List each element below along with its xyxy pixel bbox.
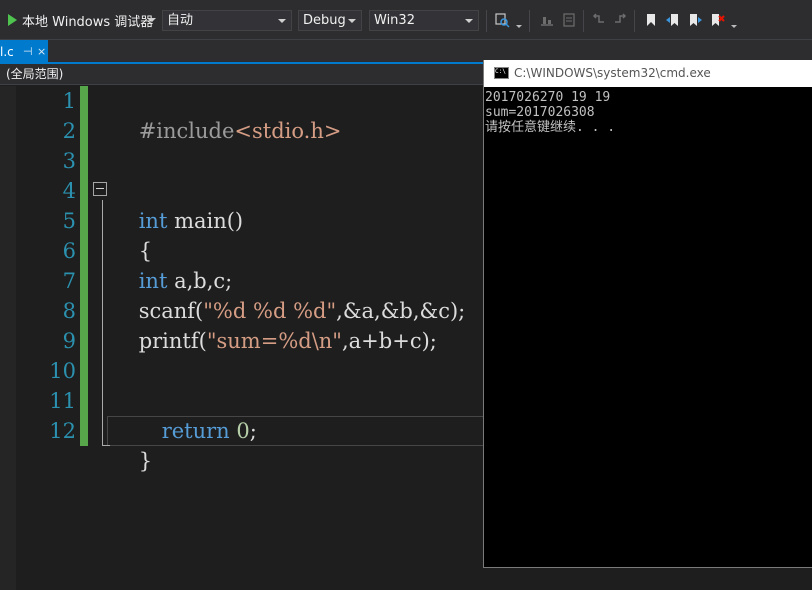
chevron-down-icon[interactable] <box>731 25 737 28</box>
code-line-7[interactable]: scanf("%d %d %d",&a,&b,&c); <box>112 266 466 323</box>
code-text: ,a+b+c); <box>341 329 437 353</box>
comment-icon[interactable] <box>561 12 577 28</box>
console-line: sum=2017026308 <box>485 105 595 120</box>
chevron-down-icon <box>278 19 286 23</box>
code-line-12[interactable]: } <box>112 416 152 473</box>
play-icon <box>8 14 17 26</box>
console-window[interactable]: C:\ C:\WINDOWS\system32\cmd.exe 20170262… <box>483 60 812 568</box>
code-line-4[interactable]: int main() <box>112 176 243 233</box>
console-title-bar[interactable]: C:\ C:\WINDOWS\system32\cmd.exe <box>484 60 812 87</box>
pin-icon[interactable]: ⊣ <box>23 40 33 64</box>
format-icon[interactable] <box>539 12 555 28</box>
line-number: 7 <box>62 269 76 293</box>
tab-source-file[interactable]: l.c ⊣ × <box>0 40 48 64</box>
start-debugger-label: 本地 Windows 调试器 <box>22 14 154 30</box>
line-number: 2 <box>62 119 76 143</box>
toolbar-separator <box>529 10 530 32</box>
find-in-files-icon[interactable] <box>494 12 510 28</box>
build-config-combo[interactable]: Debug <box>298 10 362 31</box>
line-number: 12 <box>49 419 76 443</box>
main-toolbar: 本地 Windows 调试器 自动 Debug Win32 <box>0 0 812 40</box>
include-header: <stdio.h> <box>234 119 342 143</box>
line-number: 4 <box>62 179 76 203</box>
line-number: 8 <box>62 299 76 323</box>
toolbox-strip <box>0 86 16 590</box>
console-line: 2017026270 19 19 <box>485 90 611 105</box>
code-line-11[interactable]: return 0; <box>135 386 257 443</box>
console-line: 请按任意键继续. . . <box>485 120 616 135</box>
line-number: 1 <box>62 89 76 113</box>
line-number: 5 <box>62 209 76 233</box>
toolbar-separator <box>634 10 635 32</box>
line-number: 11 <box>49 389 76 413</box>
tab-file-name: l.c <box>0 45 14 59</box>
build-config-value: Debug <box>303 13 346 28</box>
code-line-6[interactable]: int a,b,c; <box>112 236 233 293</box>
outdent-icon[interactable] <box>612 12 628 28</box>
cmd-icon: C:\ <box>494 67 509 79</box>
collapse-icon[interactable] <box>93 182 107 196</box>
keyword: return <box>161 419 230 443</box>
console-output: 2017026270 19 19 sum=2017026308 请按任意键继续.… <box>485 90 615 135</box>
prev-bookmark-icon[interactable] <box>665 12 681 28</box>
code-line-8[interactable]: printf("sum=%d\n",a+b+c); <box>112 296 437 353</box>
fold-guide-line <box>102 200 103 446</box>
bookmark-icon[interactable] <box>643 12 659 28</box>
change-tracking-bar <box>80 86 88 446</box>
chevron-down-icon <box>465 19 473 23</box>
platform-value: Win32 <box>374 13 415 28</box>
code-text: main() <box>167 209 244 233</box>
scope-dropdown[interactable]: (全局范围) <box>6 66 63 82</box>
close-icon[interactable]: × <box>37 40 46 64</box>
start-debugger-dropdown-icon[interactable] <box>148 18 156 22</box>
code-line-5[interactable]: { <box>112 206 152 263</box>
line-number: 6 <box>62 239 76 263</box>
toolbar-separator <box>583 10 584 32</box>
solution-config-value: 自动 <box>167 13 194 28</box>
code-text: ; <box>249 419 257 443</box>
code-text: printf( <box>138 329 207 353</box>
fold-guide-end <box>102 445 110 446</box>
clear-bookmarks-icon[interactable] <box>709 12 725 28</box>
string-literal: "sum=%d\n" <box>206 329 342 353</box>
number-literal: 0 <box>236 419 250 443</box>
console-title: C:\WINDOWS\system32\cmd.exe <box>514 66 711 80</box>
chevron-down-icon <box>348 19 356 23</box>
solution-config-combo[interactable]: 自动 <box>162 10 292 31</box>
code-text: } <box>138 449 153 473</box>
preprocessor-directive: #include <box>138 119 235 143</box>
next-bookmark-icon[interactable] <box>687 12 703 28</box>
line-number: 3 <box>62 149 76 173</box>
toolbar-separator <box>486 10 487 32</box>
code-line-1[interactable]: #include<stdio.h> <box>112 86 342 143</box>
indent-icon[interactable] <box>591 12 607 28</box>
chevron-down-icon[interactable] <box>516 25 522 28</box>
start-debugger-button[interactable]: 本地 Windows 调试器 <box>4 9 157 31</box>
line-number: 9 <box>62 329 76 353</box>
line-number: 10 <box>49 359 76 383</box>
platform-combo[interactable]: Win32 <box>369 10 479 31</box>
